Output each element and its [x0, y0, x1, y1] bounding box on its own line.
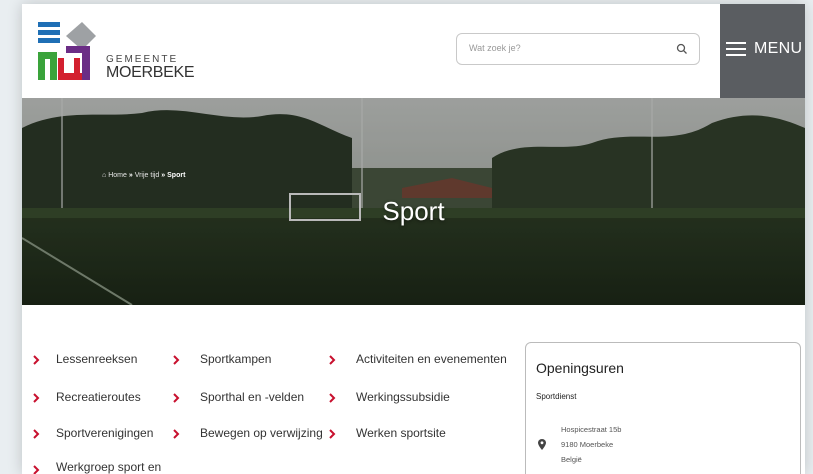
search-icon[interactable] [675, 42, 689, 56]
logo[interactable]: GEMEENTE MOERBEKE [36, 18, 196, 88]
chevron-right-icon [33, 465, 40, 474]
card-title: Openingsuren [536, 360, 624, 376]
address-country: België [561, 455, 582, 464]
menu-label: MENU [754, 40, 803, 57]
chevron-right-icon [173, 393, 180, 403]
hero-banner: ⌂ Home » Vrije tijd » Sport Sport [22, 98, 805, 305]
link-werkingssubsidie[interactable]: Werkingssubsidie [356, 390, 450, 404]
search-box[interactable] [456, 33, 700, 65]
chevron-right-icon [33, 393, 40, 403]
breadcrumb-separator: » [128, 172, 133, 179]
home-icon[interactable]: ⌂ [102, 172, 106, 179]
chevron-right-icon [329, 393, 336, 403]
link-sportverenigingen[interactable]: Sportverenigingen [56, 426, 153, 440]
chevron-right-icon [329, 355, 336, 365]
chevron-right-icon [33, 355, 40, 365]
breadcrumb-current: Sport [167, 172, 186, 179]
address-street: Hospicestraat 15b [561, 425, 622, 434]
site-header: GEMEENTE MOERBEKE MENU [22, 4, 805, 98]
card-service-name: Sportdienst [536, 392, 577, 401]
address-city: 9180 Moerbeke [561, 440, 614, 449]
link-lessenreeksen[interactable]: Lessenreeksen [56, 352, 137, 366]
page-frame: GEMEENTE MOERBEKE MENU [22, 4, 805, 474]
content-area: Lessenreeksen Recreatieroutes Sportveren… [22, 305, 805, 474]
logo-text-moerbeke: MOERBEKE [106, 64, 195, 81]
opening-hours-card: Openingsuren Sportdienst Hospicestraat 1… [525, 342, 801, 474]
breadcrumb-vrije-tijd[interactable]: Vrije tijd [135, 172, 160, 179]
link-bewegen-op-verwijzing[interactable]: Bewegen op verwijzing [200, 426, 323, 440]
chevron-right-icon [329, 429, 336, 439]
breadcrumb: ⌂ Home » Vrije tijd » Sport [102, 172, 185, 179]
chevron-right-icon [173, 429, 180, 439]
chevron-right-icon [33, 429, 40, 439]
hamburger-icon [726, 42, 746, 56]
search-input[interactable] [467, 42, 671, 54]
link-sporthal-en-velden[interactable]: Sporthal en -velden [200, 390, 304, 404]
breadcrumb-separator: » [161, 172, 166, 179]
chevron-right-icon [173, 355, 180, 365]
link-sportkampen[interactable]: Sportkampen [200, 352, 271, 366]
breadcrumb-home[interactable]: Home [108, 172, 127, 179]
page-title: Sport [382, 196, 445, 226]
link-activiteiten-en-evenementen[interactable]: Activiteiten en evenementen [356, 352, 507, 366]
location-pin-icon [538, 439, 546, 450]
link-recreatieroutes[interactable]: Recreatieroutes [56, 390, 141, 404]
menu-button[interactable]: MENU [720, 4, 805, 98]
link-werken-sportsite[interactable]: Werken sportsite [356, 426, 446, 440]
